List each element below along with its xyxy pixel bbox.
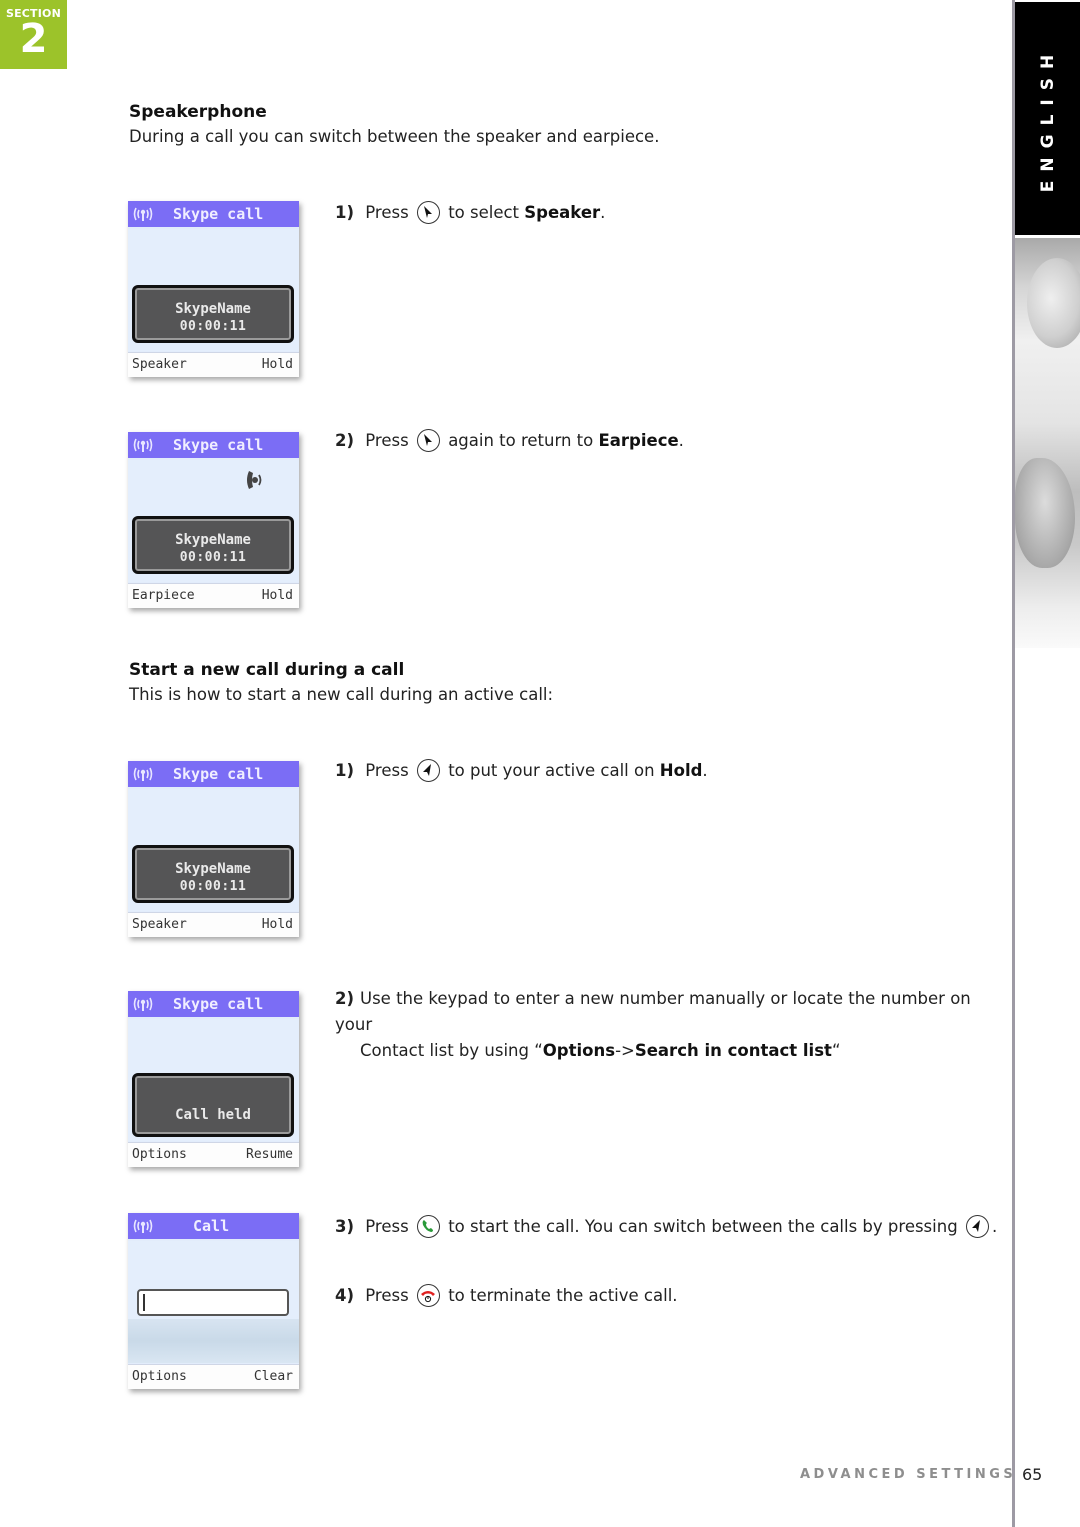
screen-titlebar: Skype call	[128, 991, 299, 1017]
footer-section-name: ADVANCED SETTINGS	[800, 1467, 1017, 1482]
speaker-icon	[247, 471, 262, 489]
signal-icon	[133, 767, 153, 781]
softkey-bar: Earpiece Hold	[128, 583, 299, 608]
call-card: SkypeName 00:00:11	[132, 285, 294, 343]
caller-name: SkypeName	[175, 861, 251, 877]
call-held-status: Call held	[175, 1107, 251, 1123]
language-label: ENGLISH	[1037, 45, 1058, 192]
new-call-step-2: 2) Use the keypad to enter a new number m…	[335, 989, 971, 1060]
screen-titlebar: Skype call	[128, 201, 299, 227]
phone-screen-call-held: Skype call Call held Options Resume	[128, 991, 299, 1167]
speakerphone-step-2: 2) Press again to return to Earpiece.	[335, 429, 684, 452]
screen-title: Call	[193, 1217, 230, 1235]
right-softkey[interactable]: Hold	[262, 588, 293, 603]
softkey-bar: Options Clear	[128, 1364, 299, 1389]
right-softkey[interactable]: Hold	[262, 357, 293, 372]
new-call-step-4: 4) Press to terminate the active call.	[335, 1284, 678, 1307]
nav-left-icon	[416, 759, 440, 782]
screen-title: Skype call	[173, 205, 264, 223]
left-softkey[interactable]: Earpiece	[132, 588, 195, 603]
new-call-step-3: 3) Press to start the call. You can swit…	[335, 1215, 998, 1238]
call-timer: 00:00:11	[179, 550, 247, 565]
page-number: 65	[1022, 1465, 1043, 1484]
softkey-bar: Speaker Hold	[128, 912, 299, 937]
language-tab: ENGLISH	[1015, 2, 1080, 235]
photo-hand	[1015, 458, 1075, 568]
speakerphone-title: Speakerphone	[129, 102, 267, 122]
call-green-icon	[416, 1215, 440, 1238]
signal-icon	[133, 997, 153, 1011]
text-caret	[143, 1294, 145, 1311]
call-card: SkypeName 00:00:11	[132, 845, 294, 903]
signal-icon	[133, 1219, 153, 1233]
signal-icon	[133, 438, 153, 452]
new-call-step-1: 1) Press to put your active call on Hold…	[335, 759, 708, 782]
call-held-card: Call held	[132, 1073, 294, 1137]
screen-title: Skype call	[173, 995, 264, 1013]
number-input[interactable]	[137, 1289, 289, 1316]
caller-name: SkypeName	[175, 532, 251, 548]
softkey-bar: Speaker Hold	[128, 352, 299, 377]
phone-screen-dial: Call Options Clear	[128, 1213, 299, 1389]
skype-watermark	[128, 1319, 299, 1363]
right-softkey[interactable]: Hold	[262, 917, 293, 932]
screen-titlebar: Skype call	[128, 761, 299, 787]
call-timer: 00:00:11	[179, 879, 247, 894]
nav-down-right-icon	[416, 201, 440, 224]
new-call-intro: This is how to start a new call during a…	[129, 685, 554, 704]
photo-face	[1027, 258, 1080, 348]
signal-icon	[133, 207, 153, 221]
screen-titlebar: Skype call	[128, 432, 299, 458]
screen-title: Skype call	[173, 765, 264, 783]
call-timer: 00:00:11	[179, 319, 247, 334]
nav-left-icon	[965, 1215, 989, 1238]
nav-down-right-icon	[416, 429, 440, 452]
section-number: 2	[19, 16, 48, 62]
section-badge: SECTION 2	[0, 0, 67, 69]
left-softkey[interactable]: Options	[132, 1147, 187, 1162]
call-card: SkypeName 00:00:11	[132, 516, 294, 574]
screen-titlebar: Call	[128, 1213, 299, 1239]
right-softkey[interactable]: Clear	[254, 1369, 293, 1384]
left-softkey[interactable]: Speaker	[132, 917, 187, 932]
decorative-photo	[1015, 238, 1080, 648]
left-softkey[interactable]: Options	[132, 1369, 187, 1384]
phone-screen-earpiece: Skype call SkypeName 00:00:11 Earpiece H…	[128, 432, 299, 608]
left-softkey[interactable]: Speaker	[132, 357, 187, 372]
phone-screen-active-call: Skype call SkypeName 00:00:11 Speaker Ho…	[128, 761, 299, 937]
end-call-red-icon	[416, 1284, 440, 1307]
caller-name: SkypeName	[175, 301, 251, 317]
phone-screen-speaker: Skype call SkypeName 00:00:11 Speaker Ho…	[128, 201, 299, 377]
softkey-bar: Options Resume	[128, 1142, 299, 1167]
speakerphone-step-1: 1) Press to select Speaker.	[335, 201, 606, 224]
new-call-title: Start a new call during a call	[129, 660, 405, 680]
right-softkey[interactable]: Resume	[246, 1147, 293, 1162]
screen-title: Skype call	[173, 436, 264, 454]
speakerphone-intro: During a call you can switch between the…	[129, 127, 660, 146]
